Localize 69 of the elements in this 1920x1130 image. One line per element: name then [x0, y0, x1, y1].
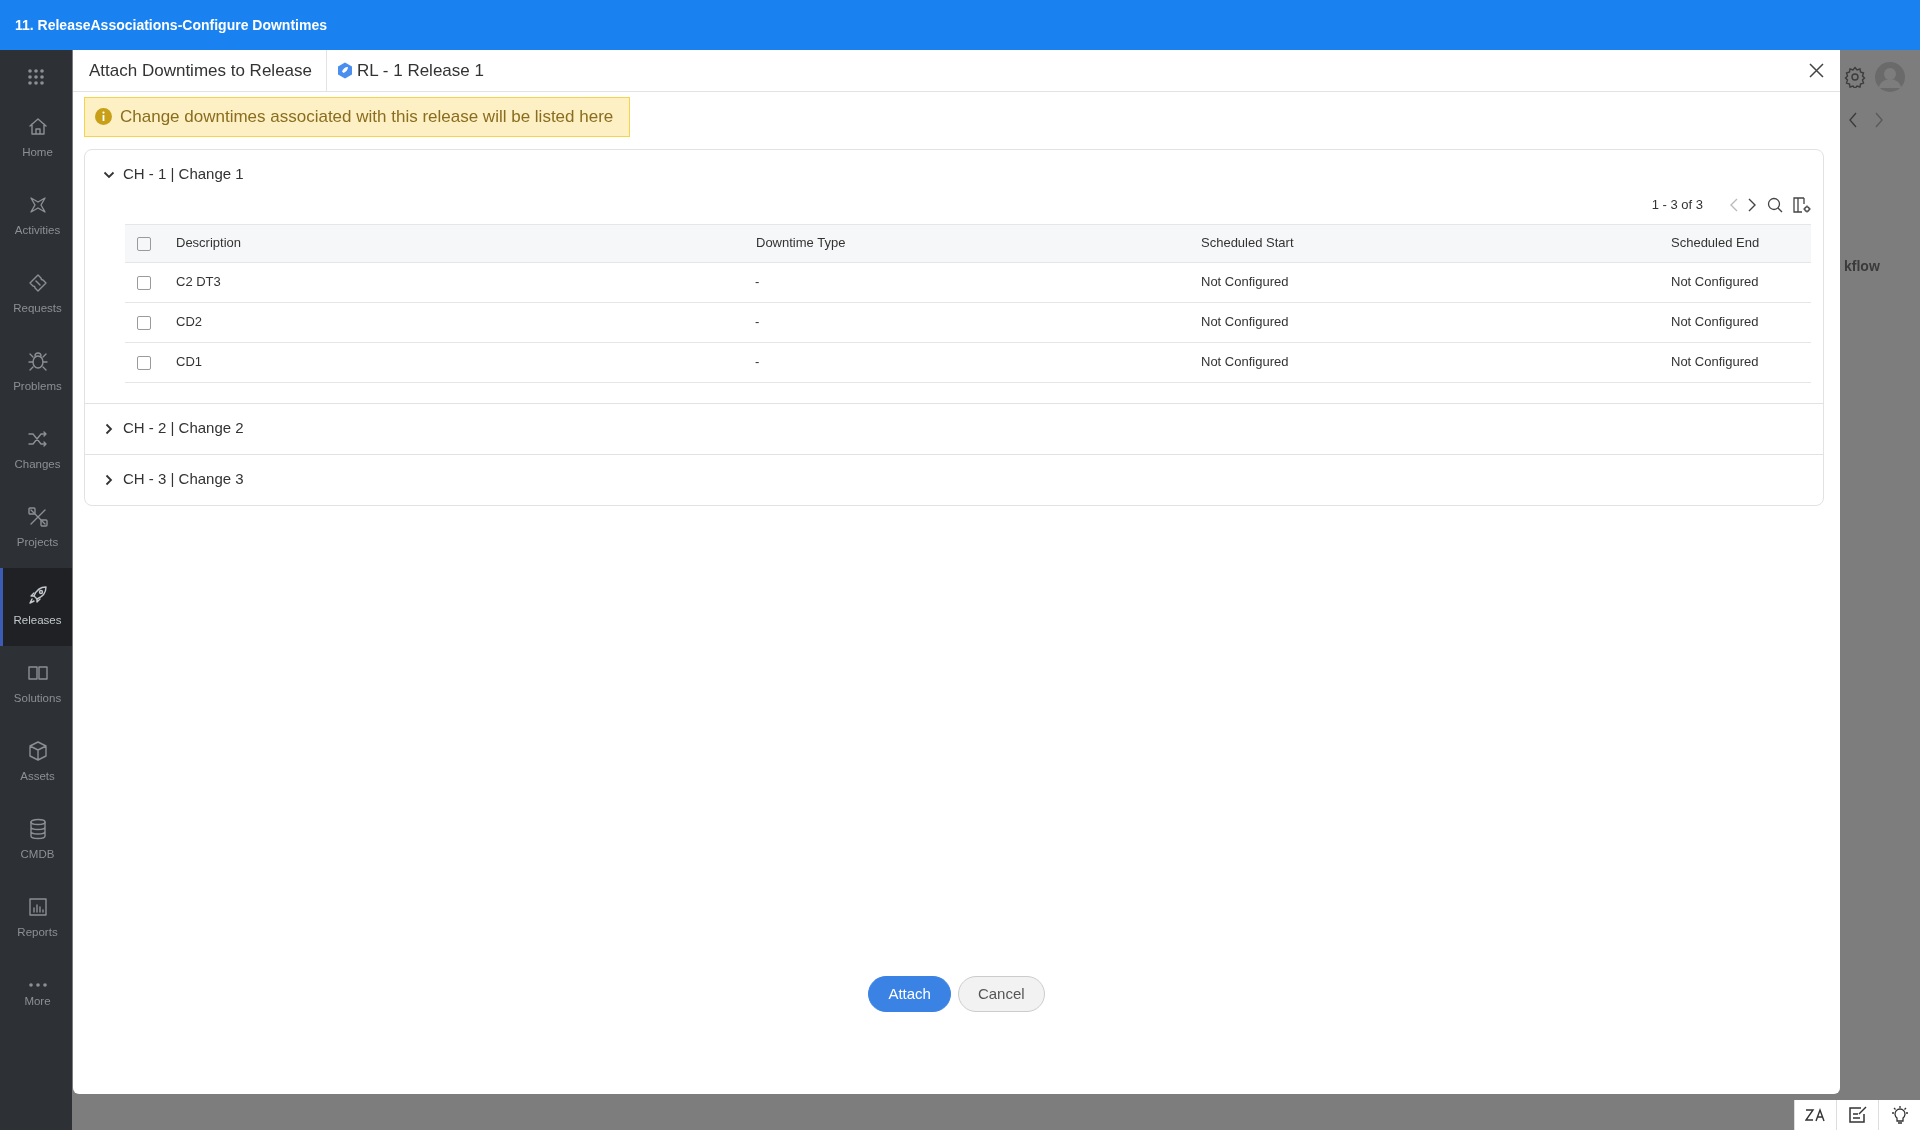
ellipsis-icon [28, 983, 47, 988]
table-cell: - [755, 314, 760, 330]
table-cell: CD2 [176, 314, 202, 330]
column-header: Downtime Type [756, 235, 846, 251]
pager-text: 1 - 3 of 3 [1651, 195, 1703, 214]
sidebar-item[interactable]: Home [0, 100, 72, 178]
translate-icon[interactable] [1804, 1107, 1827, 1123]
group-toggle[interactable]: CH - 1 | Change 1 [103, 163, 244, 186]
sidebar-item[interactable]: Changes [0, 412, 72, 490]
sidebar-item[interactable]: CMDB [0, 802, 72, 880]
sidebar-item[interactable]: Reports [0, 880, 72, 958]
edit-note-icon[interactable] [1847, 1106, 1868, 1124]
sidebar-item[interactable]: Solutions [0, 646, 72, 724]
column-settings-button[interactable] [1793, 196, 1811, 213]
app-grid-icon[interactable] [27, 68, 45, 86]
release-name: RL - 1 Release 1 [357, 59, 484, 82]
notice-text: Change downtimes associated with this release will be listed here [120, 106, 614, 128]
sidebar-item[interactable]: Releases [0, 568, 72, 646]
table-cell: - [755, 354, 760, 370]
column-settings-icon [1793, 196, 1811, 213]
sidebar-item[interactable]: Problems [0, 334, 72, 412]
row-checkbox[interactable] [137, 315, 151, 330]
tools-icon [26, 506, 49, 529]
search-icon [1767, 196, 1783, 213]
lightbulb-icon[interactable] [1889, 1105, 1910, 1125]
table-cell: Not Configured [1201, 274, 1289, 290]
table-cell: Not Configured [1671, 274, 1759, 290]
column-header: Scheduled End [1671, 235, 1760, 251]
rocket-badge-icon [337, 62, 353, 79]
cube-icon [26, 740, 49, 763]
row-checkbox[interactable] [137, 355, 151, 370]
chevron-left-icon [1729, 197, 1738, 212]
table-cell: Not Configured [1201, 314, 1289, 330]
cancel-button[interactable]: Cancel [957, 975, 1045, 1012]
chevron-right-icon [1748, 197, 1757, 212]
select-all-checkbox[interactable] [137, 236, 151, 251]
settings-icon[interactable] [1844, 66, 1866, 88]
app-title: 11. ReleaseAssociations-Configure Downtimes [15, 15, 327, 35]
info-icon [95, 108, 112, 126]
next-page-button[interactable] [1748, 197, 1757, 212]
table-cell: C2 DT3 [176, 274, 221, 290]
chevron-left-icon[interactable] [1848, 112, 1858, 128]
attach-button[interactable]: Attach [868, 975, 951, 1012]
chevron-right-icon [103, 422, 115, 435]
sidebar-item[interactable]: More [0, 958, 72, 1036]
table-cell: Not Configured [1201, 354, 1289, 370]
sidebar-item[interactable]: Assets [0, 724, 72, 802]
table-cell: Not Configured [1671, 354, 1759, 370]
table-cell: - [755, 274, 760, 290]
group-toggle[interactable]: CH - 2 | Change 2 [103, 417, 244, 440]
close-icon [1809, 63, 1824, 78]
rocket-icon [26, 584, 49, 607]
column-header: Description [176, 235, 242, 251]
sidebar-item[interactable]: Projects [0, 490, 72, 568]
chevron-right-icon [103, 473, 115, 486]
sidebar-item[interactable]: Requests [0, 256, 72, 334]
sidebar-item[interactable]: Activities [0, 178, 72, 256]
search-button[interactable] [1767, 196, 1783, 213]
bug-icon [26, 350, 49, 373]
group-toggle[interactable]: CH - 3 | Change 3 [103, 468, 244, 491]
bar-chart-icon [26, 896, 49, 919]
row-checkbox[interactable] [137, 275, 151, 290]
column-header: Scheduled Start [1201, 235, 1294, 251]
chevron-right-icon[interactable] [1874, 112, 1884, 128]
modal-title: Attach Downtimes to Release [73, 50, 327, 91]
table-cell: CD1 [176, 354, 202, 370]
table-cell: Not Configured [1671, 314, 1759, 330]
previous-page-button[interactable] [1729, 197, 1738, 212]
background-text: kflow [1844, 257, 1881, 276]
